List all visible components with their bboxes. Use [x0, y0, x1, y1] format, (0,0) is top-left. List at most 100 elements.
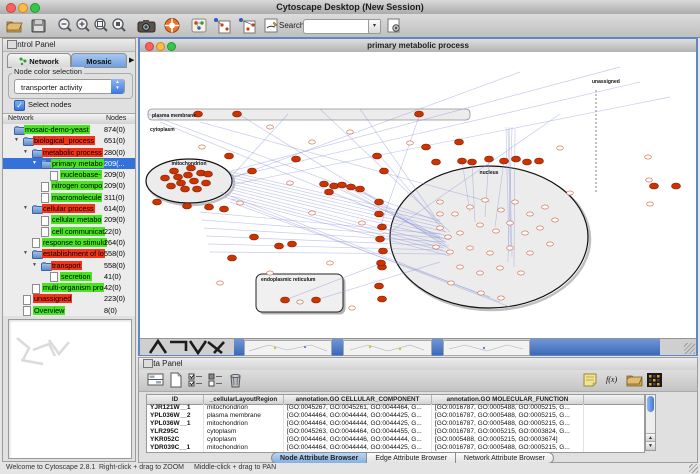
attribute-select-icon[interactable]: [147, 372, 164, 388]
tab-overflow-icon[interactable]: ▶: [129, 56, 134, 64]
snapshot-icon[interactable]: [137, 17, 155, 34]
node[interactable]: [482, 198, 489, 202]
window-edge[interactable]: [332, 339, 343, 355]
node[interactable]: [557, 146, 564, 150]
node[interactable]: [199, 145, 206, 149]
notes-icon[interactable]: [582, 372, 599, 388]
node[interactable]: [347, 130, 354, 134]
node[interactable]: [457, 265, 464, 269]
tree-item[interactable]: secretion41(0): [3, 271, 135, 282]
node[interactable]: [248, 168, 257, 174]
column-header[interactable]: ID: [147, 395, 204, 404]
node[interactable]: [477, 271, 484, 275]
table-row[interactable]: YLR295Ccytoplasm[GO:0045263, GO:0044464,…: [147, 428, 644, 436]
float-panel-icon[interactable]: [7, 40, 17, 49]
import-icon[interactable]: [626, 372, 643, 388]
search-input[interactable]: [303, 19, 373, 34]
node[interactable]: [547, 242, 554, 246]
tab-mosaic[interactable]: Mosaic: [71, 53, 127, 68]
node[interactable]: [376, 236, 385, 242]
tree-item[interactable]: nucleobase-209(0): [3, 169, 135, 180]
node[interactable]: [455, 139, 464, 145]
table-row[interactable]: YKR052Ccytoplasm[GO:0044464, GO:0044446,…: [147, 436, 644, 444]
delete-attribute-icon[interactable]: [227, 372, 244, 388]
node[interactable]: [415, 111, 424, 117]
node[interactable]: [523, 159, 532, 165]
node-color-dropdown[interactable]: transporter activity ▲▼: [14, 79, 125, 94]
node[interactable]: [452, 212, 459, 216]
tree-item[interactable]: ▼transport558(0): [3, 260, 135, 271]
node[interactable]: [330, 183, 339, 189]
node[interactable]: [267, 271, 274, 275]
table-row[interactable]: YPL036W__2plasma membrane[GO:0044464, GO…: [147, 412, 644, 420]
node[interactable]: [377, 260, 386, 266]
region-nucleus[interactable]: [390, 166, 588, 308]
node[interactable]: [181, 186, 190, 192]
window-resize-grip-icon[interactable]: [689, 464, 698, 473]
node[interactable]: [183, 203, 192, 209]
window-thumbnail[interactable]: [343, 340, 432, 356]
disclosure-icon[interactable]: ▼: [14, 137, 19, 143]
tree-item[interactable]: ▼metabolic process280(0): [3, 147, 135, 158]
node[interactable]: [535, 158, 544, 164]
new-attribute-icon[interactable]: [167, 372, 184, 388]
table-scrollbar[interactable]: ▲ ▼: [645, 394, 656, 451]
zoom-in-icon[interactable]: [74, 17, 92, 34]
node[interactable]: [309, 211, 316, 215]
node[interactable]: [190, 178, 199, 184]
zoom-selected-icon[interactable]: [110, 17, 128, 34]
node[interactable]: [672, 183, 681, 189]
node[interactable]: [275, 243, 284, 249]
tree-item[interactable]: response to stimulu264(0): [3, 237, 135, 248]
resize-grip-icon[interactable]: [684, 343, 695, 354]
disclosure-icon[interactable]: ▼: [32, 262, 37, 268]
tree-item[interactable]: ▼establishment of lo558(0): [3, 248, 135, 259]
node[interactable]: [373, 153, 382, 159]
node[interactable]: [184, 172, 193, 178]
node[interactable]: [297, 300, 304, 304]
node[interactable]: [542, 205, 549, 209]
tree-item[interactable]: ▼biological_process651(0): [3, 135, 135, 146]
select-attributes-icon[interactable]: [187, 372, 204, 388]
disclosure-icon[interactable]: ▼: [23, 149, 28, 155]
node[interactable]: [375, 283, 384, 289]
tree-item[interactable]: ▼cellular process614(0): [3, 203, 135, 214]
node[interactable]: [518, 271, 525, 275]
search-dropdown-icon[interactable]: ▾: [368, 19, 381, 34]
node[interactable]: [478, 291, 485, 295]
node[interactable]: [448, 281, 455, 285]
node[interactable]: [567, 191, 574, 195]
node[interactable]: [507, 221, 514, 225]
node[interactable]: [522, 231, 529, 235]
node[interactable]: [170, 168, 179, 174]
edge[interactable]: [240, 115, 445, 242]
node[interactable]: [477, 223, 484, 227]
column-header[interactable]: annotation.GO CELLULAR_COMPONENT: [284, 395, 432, 404]
node[interactable]: [437, 200, 444, 204]
node[interactable]: [493, 229, 500, 233]
node[interactable]: [153, 199, 162, 205]
node[interactable]: [467, 205, 474, 209]
disclosure-icon[interactable]: ▼: [23, 250, 28, 256]
scrollbar-thumb[interactable]: [647, 396, 654, 412]
select-nodes-checkbox[interactable]: ✓: [14, 100, 25, 111]
node[interactable]: [174, 174, 183, 180]
column-header[interactable]: annotation.GO MOLECULAR_FUNCTION: [432, 395, 584, 404]
node[interactable]: [447, 250, 454, 254]
node[interactable]: [281, 297, 290, 303]
open-icon[interactable]: [5, 17, 23, 34]
node[interactable]: [487, 251, 494, 255]
disclosure-icon[interactable]: ▼: [23, 205, 28, 211]
node[interactable]: [497, 266, 504, 270]
node[interactable]: [647, 202, 654, 206]
node[interactable]: [177, 180, 186, 186]
node[interactable]: [205, 204, 214, 210]
node[interactable]: [237, 201, 244, 205]
node[interactable]: [527, 251, 534, 255]
node[interactable]: [650, 183, 659, 189]
node[interactable]: [349, 306, 356, 310]
node[interactable]: [228, 255, 237, 261]
node[interactable]: [312, 297, 321, 303]
birdseye-icon[interactable]: [190, 17, 208, 34]
node[interactable]: [338, 182, 347, 188]
